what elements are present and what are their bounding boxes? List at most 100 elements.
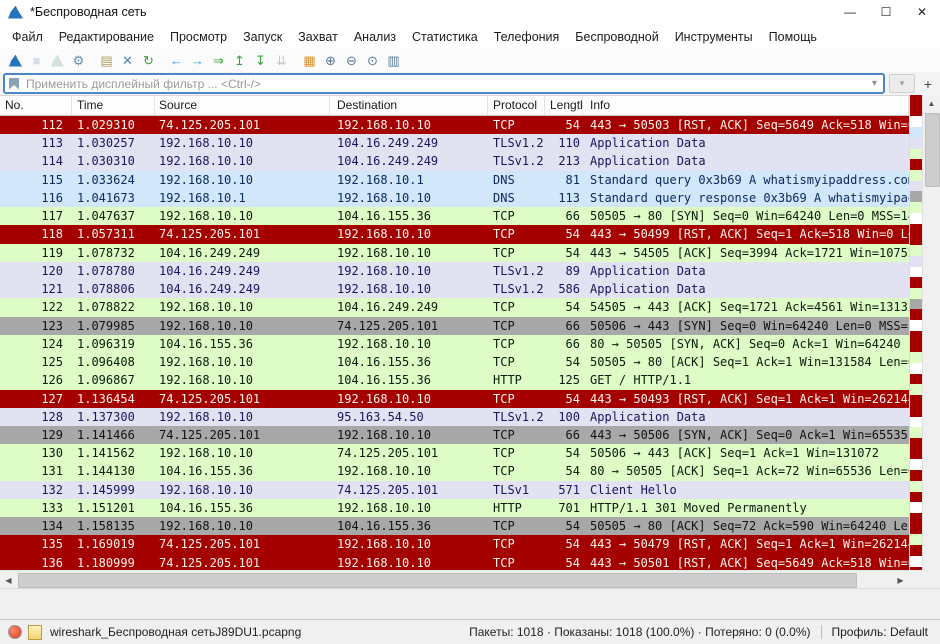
maximize-button[interactable]: ☐ <box>868 0 904 24</box>
packet-row[interactable]: 1261.096867192.168.10.10104.16.155.36HTT… <box>0 371 909 389</box>
capture-filename: wireshark_Беспроводная сетьJ89DU1.pcapng <box>50 625 301 639</box>
cell-info: 50505 → 80 [ACK] Seq=72 Ack=590 Win=6424… <box>583 517 909 535</box>
column-header-source[interactable]: Source <box>155 96 330 115</box>
go-last-packet-icon[interactable]: ↧ <box>250 51 271 70</box>
packet-row[interactable]: 1161.041673192.168.10.1192.168.10.10DNS1… <box>0 189 909 207</box>
packet-row[interactable]: 1301.141562192.168.10.1074.125.205.101TC… <box>0 444 909 462</box>
zoom-normal-icon[interactable]: ⊙ <box>362 51 383 70</box>
packet-row[interactable]: 1171.047637192.168.10.10104.16.155.36TCP… <box>0 207 909 225</box>
menu-item-10[interactable]: Помощь <box>761 30 825 44</box>
scroll-right-icon[interactable]: ▶ <box>892 571 909 589</box>
stop-capture-icon[interactable]: ■ <box>26 51 47 70</box>
column-header-destination[interactable]: Destination <box>330 96 488 115</box>
profile-label[interactable]: Профиль: Default <box>832 625 933 639</box>
capture-comment-icon[interactable] <box>28 625 42 640</box>
cell-source: 192.168.10.10 <box>155 171 330 189</box>
packet-row[interactable]: 1271.13645474.125.205.101192.168.10.10TC… <box>0 390 909 408</box>
scroll-up-icon[interactable]: ▲ <box>923 95 940 111</box>
cell-length: 113 <box>545 189 583 207</box>
close-button[interactable]: ✕ <box>904 0 940 24</box>
packet-row[interactable]: 1341.158135192.168.10.10104.16.155.36TCP… <box>0 517 909 535</box>
cell-source: 192.168.10.10 <box>155 408 330 426</box>
menu-item-8[interactable]: Беспроводной <box>567 30 666 44</box>
cell-time: 1.096408 <box>72 353 155 371</box>
packet-row[interactable]: 1151.033624192.168.10.10192.168.10.1DNS8… <box>0 171 909 189</box>
menu-item-3[interactable]: Запуск <box>235 30 290 44</box>
open-capture-file-icon[interactable]: ▤ <box>96 51 117 70</box>
vertical-scroll-thumb[interactable] <box>925 113 940 187</box>
resize-columns-icon[interactable]: ▥ <box>383 51 404 70</box>
cell-protocol: TCP <box>488 390 545 408</box>
packet-row[interactable]: 1231.079985192.168.10.1074.125.205.101TC… <box>0 317 909 335</box>
zoom-in-icon[interactable]: ⊕ <box>320 51 341 70</box>
main-toolbar: ■ ⚙ ▤✕↻ ←→⇒↥↧⇊ ▦⊕⊖⊙▥ <box>0 49 940 73</box>
colorize-packets-icon[interactable]: ▦ <box>299 51 320 70</box>
minimize-button[interactable]: — <box>832 0 868 24</box>
bookmark-icon[interactable] <box>9 78 19 90</box>
start-capture-icon[interactable] <box>5 51 26 70</box>
horizontal-scroll-thumb[interactable] <box>18 573 857 588</box>
packet-row[interactable]: 1131.030257192.168.10.10104.16.249.249TL… <box>0 134 909 152</box>
packet-row[interactable]: 1141.030310192.168.10.10104.16.249.249TL… <box>0 152 909 170</box>
cell-source: 192.168.10.10 <box>155 317 330 335</box>
menu-item-1[interactable]: Редактирование <box>51 30 162 44</box>
packet-row[interactable]: 1321.145999192.168.10.1074.125.205.101TL… <box>0 481 909 499</box>
go-forward-icon[interactable]: → <box>187 51 208 70</box>
menu-bar: ФайлРедактированиеПросмотрЗапускЗахватАн… <box>0 24 940 49</box>
packet-row[interactable]: 1331.151201104.16.155.36192.168.10.10HTT… <box>0 499 909 517</box>
go-first-packet-icon[interactable]: ↥ <box>229 51 250 70</box>
reload-capture-file-icon[interactable]: ↻ <box>138 51 159 70</box>
cell-source: 192.168.10.10 <box>155 207 330 225</box>
packet-row[interactable]: 1201.078780104.16.249.249192.168.10.10TL… <box>0 262 909 280</box>
packet-row[interactable]: 1311.144130104.16.155.36192.168.10.10TCP… <box>0 462 909 480</box>
restart-capture-icon[interactable] <box>47 51 68 70</box>
cell-length: 66 <box>545 207 583 225</box>
packet-row[interactable]: 1211.078806104.16.249.249192.168.10.10TL… <box>0 280 909 298</box>
scroll-left-icon[interactable]: ◀ <box>0 571 17 589</box>
expert-info-icon[interactable] <box>8 625 22 639</box>
display-filter-input[interactable] <box>24 76 870 92</box>
wireshark-window: *Беспроводная сеть — ☐ ✕ ФайлРедактирова… <box>0 0 940 644</box>
packet-row[interactable]: 1361.18099974.125.205.101192.168.10.10TC… <box>0 554 909 571</box>
filter-dropdown-icon[interactable]: ▾ <box>870 78 879 89</box>
column-header-length[interactable]: Length <box>545 96 583 115</box>
packet-row[interactable]: 1191.078732104.16.249.249192.168.10.10TC… <box>0 244 909 262</box>
close-capture-file-icon[interactable]: ✕ <box>117 51 138 70</box>
add-filter-button[interactable]: + <box>919 75 937 92</box>
packet-row[interactable]: 1251.096408192.168.10.10104.16.155.36TCP… <box>0 353 909 371</box>
column-header-no[interactable]: No. <box>0 96 72 115</box>
cell-protocol: DNS <box>488 171 545 189</box>
menu-item-0[interactable]: Файл <box>4 30 51 44</box>
auto-scroll-icon[interactable]: ⇊ <box>271 51 292 70</box>
column-header-info[interactable]: Info <box>583 96 909 115</box>
packet-row[interactable]: 1181.05731174.125.205.101192.168.10.10TC… <box>0 225 909 243</box>
display-filter-box: ▾ <box>3 73 885 94</box>
packet-row[interactable]: 1351.16901974.125.205.101192.168.10.10TC… <box>0 535 909 553</box>
cell-length: 66 <box>545 317 583 335</box>
cell-time: 1.078806 <box>72 280 155 298</box>
menu-item-7[interactable]: Телефония <box>486 30 568 44</box>
window-controls: — ☐ ✕ <box>832 0 940 24</box>
menu-item-6[interactable]: Статистика <box>404 30 486 44</box>
menu-item-5[interactable]: Анализ <box>346 30 404 44</box>
packet-row[interactable]: 1281.137300192.168.10.1095.163.54.50TLSv… <box>0 408 909 426</box>
horizontal-scrollbar[interactable]: ◀ ▶ <box>0 570 909 589</box>
vertical-scrollbar[interactable]: ▲ ▼ <box>922 95 940 588</box>
go-back-icon[interactable]: ← <box>166 51 187 70</box>
menu-item-2[interactable]: Просмотр <box>162 30 235 44</box>
filter-expression-button[interactable]: ▾ <box>889 74 915 93</box>
column-header-protocol[interactable]: Protocol <box>488 96 545 115</box>
menu-item-4[interactable]: Захват <box>290 30 346 44</box>
packet-row[interactable]: 1121.02931074.125.205.101192.168.10.10TC… <box>0 116 909 134</box>
zoom-out-icon[interactable]: ⊖ <box>341 51 362 70</box>
cell-destination: 74.125.205.101 <box>330 317 488 335</box>
go-to-packet-icon[interactable]: ⇒ <box>208 51 229 70</box>
column-header-time[interactable]: Time <box>72 96 155 115</box>
packet-row[interactable]: 1291.14146674.125.205.101192.168.10.10TC… <box>0 426 909 444</box>
packet-list: No.TimeSourceDestinationProtocolLengthIn… <box>0 95 909 571</box>
packet-row[interactable]: 1241.096319104.16.155.36192.168.10.10TCP… <box>0 335 909 353</box>
menu-item-9[interactable]: Инструменты <box>667 30 761 44</box>
packet-row[interactable]: 1221.078822192.168.10.10104.16.249.249TC… <box>0 298 909 316</box>
capture-options-icon[interactable]: ⚙ <box>68 51 89 70</box>
cell-length: 66 <box>545 426 583 444</box>
